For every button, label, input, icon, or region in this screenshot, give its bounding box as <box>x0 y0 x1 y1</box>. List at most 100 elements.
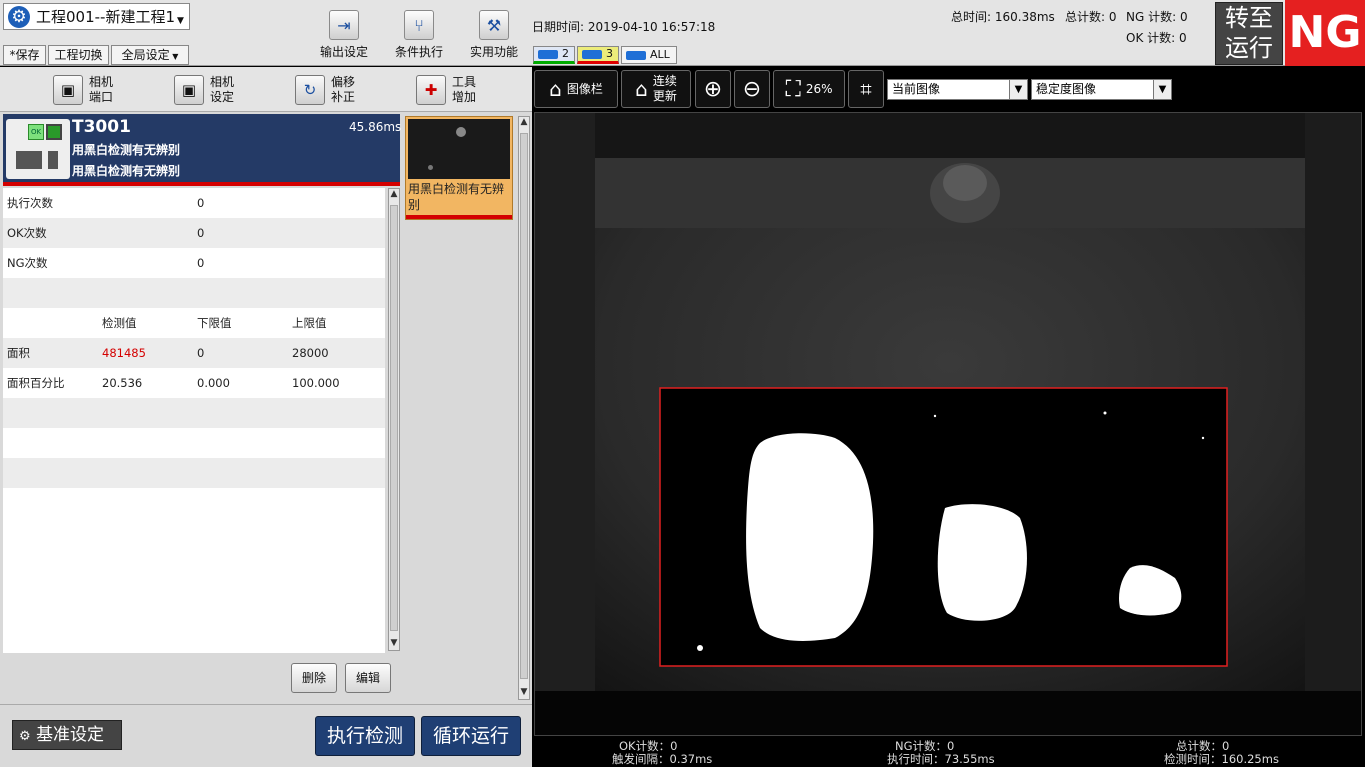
camera-tab-2[interactable]: 2 <box>533 46 575 64</box>
switch-to-run-button[interactable]: 转至 运行 <box>1215 2 1283 65</box>
output-settings-label: 输出设定 <box>319 45 368 59</box>
scroll-up-icon[interactable]: ▲ <box>389 189 399 199</box>
top-bar: ⚙ 工程001--新建工程1 ▼ *保存 工程切换 全局设定 ▼ ⇥ 输出设定 … <box>0 0 1365 66</box>
project-select[interactable]: ⚙ 工程001--新建工程1 ▼ <box>3 3 190 30</box>
tool-id: T3001 <box>72 117 131 137</box>
measure-value: 481485 <box>102 346 146 360</box>
camera-icon <box>582 49 602 59</box>
switch-to-run-line1: 转至 <box>1225 4 1273 32</box>
column-header: 检测值 <box>102 316 137 330</box>
stat-value: 0 <box>197 256 205 270</box>
execute-button[interactable]: 执行检测 <box>315 716 415 756</box>
ok-count-text: OK 计数: 0 <box>1126 31 1187 45</box>
tool-list-item[interactable]: 用黑白检测有无辨别 <box>405 116 513 220</box>
continuous-update-button[interactable]: ⌂ 连续 更新 <box>621 70 691 108</box>
loop-run-button[interactable]: 循环运行 <box>421 716 521 756</box>
camera-tab-3[interactable]: 3 <box>577 46 619 64</box>
binary-speck <box>697 645 703 651</box>
scroll-down-icon[interactable]: ▼ <box>519 687 529 697</box>
tool-card[interactable]: OK T3001 45.86ms 用黑白检测有无辨别 用黑白检测有无辨别 <box>3 114 401 182</box>
utility-label: 实用功能 <box>469 45 518 59</box>
stable-image-select[interactable]: 稳定度图像 ▼ <box>1031 79 1172 100</box>
results-table: 执行次数 0 OK次数 0 NG次数 0 检测值 下限值 上限值 面积 4814… <box>3 188 385 653</box>
table-row: 面积百分比 20.536 0.000 100.000 <box>3 368 385 398</box>
continuous-update-label: 连续 更新 <box>652 74 677 103</box>
tool-list-scrollbar[interactable]: ▲ ▼ <box>518 116 530 700</box>
camera-tab-label: 2 <box>562 47 569 60</box>
roi-button[interactable]: ⌗ <box>848 70 884 108</box>
table-row <box>3 278 385 308</box>
image-bar-button[interactable]: ⌂ 图像栏 <box>534 70 618 108</box>
scroll-thumb[interactable] <box>520 133 528 679</box>
zoom-out-icon: ⊖ <box>742 76 762 102</box>
fit-icon: ⛶ <box>785 76 801 102</box>
table-row: OK次数 0 <box>3 218 385 248</box>
offset-correction-button[interactable]: ↻ 偏移 补正 <box>295 73 355 107</box>
zoom-in-icon: ⊕ <box>703 76 723 102</box>
scroll-down-icon[interactable]: ▼ <box>389 638 399 648</box>
zoom-in-button[interactable]: ⊕ <box>695 70 731 108</box>
measure-low: 0 <box>197 346 205 360</box>
delete-button[interactable]: 删除 <box>291 663 337 693</box>
camera-tab-all[interactable]: ALL <box>621 46 677 64</box>
column-header: 上限值 <box>292 316 327 330</box>
binary-speck <box>933 414 937 418</box>
tool-name: 用黑白检测有无辨别 <box>72 143 181 157</box>
measure-value: 20.536 <box>102 376 143 390</box>
add-tool-icon: ✚ <box>416 75 446 105</box>
camera-port-button[interactable]: ▣ 相机 端口 <box>53 73 113 107</box>
condition-exec-button[interactable]: ⑂ 条件执行 <box>381 10 457 64</box>
save-button[interactable]: *保存 <box>3 45 46 65</box>
table-row: 执行次数 0 <box>3 188 385 218</box>
stat-value: 0 <box>197 226 205 240</box>
add-tool-button[interactable]: ✚ 工具 增加 <box>416 73 476 107</box>
measure-high: 28000 <box>292 346 329 360</box>
ng-count-text: NG 计数: 0 <box>1126 10 1188 24</box>
table-scrollbar[interactable]: ▲ ▼ <box>388 188 400 651</box>
scroll-thumb[interactable] <box>390 205 398 631</box>
tool-list-label: 用黑白检测有无辨别 <box>408 182 505 212</box>
table-row <box>3 398 385 428</box>
table-row: NG次数 0 <box>3 248 385 278</box>
switch-project-button[interactable]: 工程切换 <box>48 45 109 65</box>
image-bar-label: 图像栏 <box>566 81 603 96</box>
offset-correction-label: 偏移 补正 <box>331 75 356 104</box>
camera-port-label: 相机 端口 <box>89 75 114 104</box>
zoom-level: 26% <box>805 81 833 96</box>
condition-exec-label: 条件执行 <box>394 45 443 59</box>
column-header: 下限值 <box>197 316 232 330</box>
table-row <box>3 428 385 458</box>
measure-low: 0.000 <box>197 376 230 390</box>
binary-blob <box>937 504 1027 621</box>
zoom-out-button[interactable]: ⊖ <box>734 70 770 108</box>
camera-tab-label: 3 <box>606 47 613 60</box>
edit-button[interactable]: 编辑 <box>345 663 391 693</box>
block-icon <box>16 151 42 169</box>
utility-button[interactable]: ⚒ 实用功能 <box>456 10 532 64</box>
table-row <box>3 458 385 488</box>
stat-label: NG次数 <box>7 256 48 270</box>
current-image-value: 当前图像 <box>892 82 941 96</box>
branch-icon: ⑂ <box>404 10 434 40</box>
camera-image-view[interactable] <box>534 112 1362 736</box>
image-left-band <box>535 113 595 691</box>
camera-tab-label: ALL <box>650 48 670 61</box>
camera-update-icon: ⌂ <box>635 76 648 101</box>
offset-icon: ↻ <box>295 75 325 105</box>
project-name: 工程001--新建工程1 <box>36 8 175 26</box>
fit-button[interactable]: ⛶ 26% <box>773 70 845 108</box>
baseline-button[interactable]: ⚙ 基准设定 <box>12 720 122 750</box>
status-trigger-interval: 触发间隔：0.37ms <box>612 752 713 766</box>
output-settings-button[interactable]: ⇥ 输出设定 <box>306 10 382 64</box>
camera-icon <box>538 49 558 59</box>
binary-speck <box>1201 436 1205 440</box>
global-settings-button[interactable]: 全局设定 ▼ <box>111 45 189 65</box>
scroll-up-icon[interactable]: ▲ <box>519 117 529 127</box>
camera-settings-button[interactable]: ▣ 相机 设定 <box>174 73 234 107</box>
tool-thumbnail: OK <box>6 119 70 179</box>
measure-high: 100.000 <box>292 376 340 390</box>
gear-icon: ⚙ <box>8 5 30 28</box>
current-image-select[interactable]: 当前图像 ▼ <box>887 79 1028 100</box>
stat-value: 0 <box>197 196 205 210</box>
table-row: 面积 481485 0 28000 <box>3 338 385 368</box>
